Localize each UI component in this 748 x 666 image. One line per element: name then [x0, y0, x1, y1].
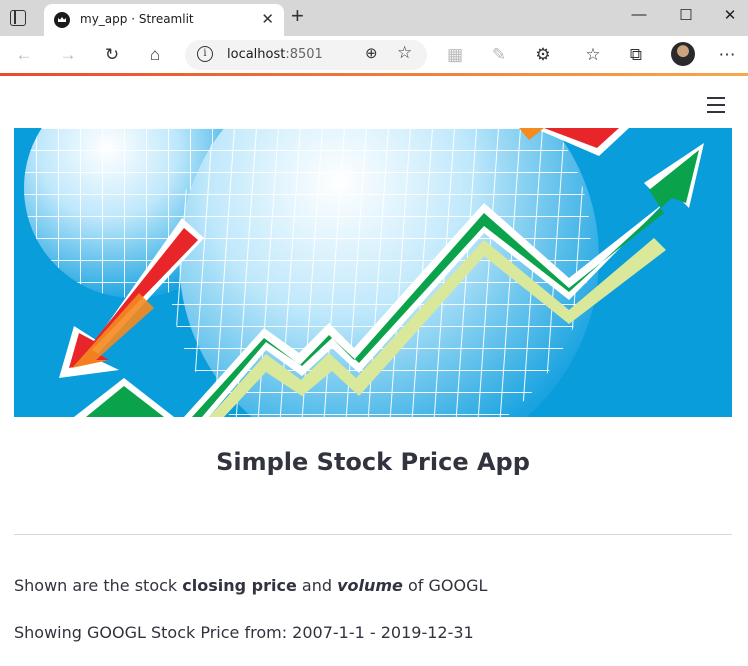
volume-text: volume	[337, 576, 403, 595]
home-icon[interactable]: ⌂	[144, 44, 166, 66]
favorites-icon[interactable]: ☆	[582, 44, 604, 66]
forward-icon[interactable]: →	[57, 44, 79, 66]
tab-close-icon[interactable]: ✕	[261, 10, 274, 28]
new-tab-button[interactable]: +	[291, 3, 304, 29]
more-icon[interactable]: ⋯	[716, 44, 738, 66]
closing-price-text: closing price	[182, 576, 297, 595]
zoom-icon[interactable]: ⊕	[365, 44, 378, 62]
info-icon[interactable]: i	[197, 46, 213, 62]
main-menu-icon[interactable]	[707, 97, 725, 113]
divider	[14, 534, 732, 535]
extensions-icon[interactable]: ⚙	[532, 44, 554, 66]
address-bar[interactable]: i localhost:8501 ⊕ ☆	[185, 40, 427, 70]
profile-avatar[interactable]	[671, 42, 695, 66]
intro-text: Shown are the stock closing price and vo…	[14, 576, 488, 595]
maximize-button[interactable]: ☐	[671, 6, 701, 24]
page-load-indicator	[0, 73, 748, 76]
browser-toolbar: ← → ↻ ⌂ i localhost:8501 ⊕ ☆ ▦ ✎ ⚙ ☆ ⧉ ⋯	[0, 36, 748, 74]
browser-tab-bar: my_app · Streamlit ✕ + — ☐ ✕	[0, 0, 748, 36]
tab-title: my_app · Streamlit	[80, 12, 194, 26]
date-range-text: Showing GOOGL Stock Price from: 2007-1-1…	[14, 623, 474, 642]
refresh-icon[interactable]: ↻	[101, 44, 123, 66]
banner-image	[14, 128, 732, 417]
address-text[interactable]: localhost:8501	[227, 47, 323, 62]
reading-view-icon[interactable]: ▦	[444, 44, 466, 66]
browser-tab[interactable]: my_app · Streamlit ✕	[44, 4, 284, 36]
stock-globe-illustration	[14, 128, 732, 417]
streamlit-favicon-icon	[54, 12, 70, 28]
page-title: Simple Stock Price App	[216, 448, 530, 476]
read-aloud-icon[interactable]: ✎	[488, 44, 510, 66]
tab-actions-icon[interactable]	[10, 10, 26, 26]
collections-icon[interactable]: ⧉	[625, 44, 647, 66]
minimize-button[interactable]: —	[624, 6, 654, 23]
close-window-button[interactable]: ✕	[715, 6, 745, 24]
favorite-add-icon[interactable]: ☆	[397, 43, 412, 63]
back-icon[interactable]: ←	[13, 44, 35, 66]
